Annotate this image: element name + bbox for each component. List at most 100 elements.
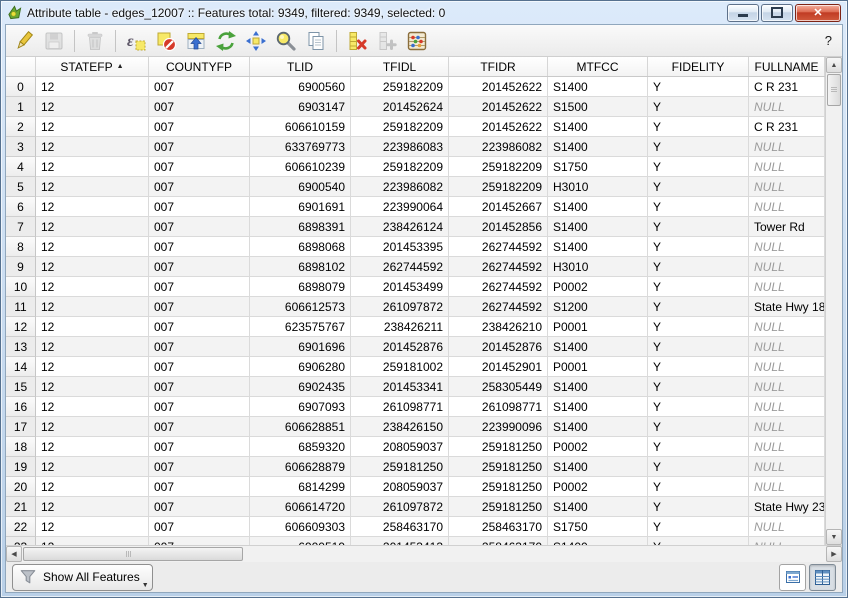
cell[interactable]: Y [648, 337, 749, 357]
cell[interactable]: 12 [36, 437, 149, 457]
cell[interactable]: 623575767 [250, 317, 351, 337]
horizontal-scroll-thumb[interactable] [23, 547, 243, 561]
cell[interactable]: 007 [149, 417, 250, 437]
cell[interactable]: NULL [749, 397, 825, 417]
cell[interactable]: NULL [749, 377, 825, 397]
cell[interactable]: NULL [749, 97, 825, 117]
row-number[interactable]: 1 [6, 97, 36, 117]
column-header-statefp[interactable]: STATEFP▲ [36, 57, 149, 76]
copy-selected-rows-button[interactable] [302, 28, 330, 54]
cell[interactable]: 12 [36, 477, 149, 497]
cell[interactable]: 261098771 [449, 397, 548, 417]
cell[interactable]: 6900540 [250, 177, 351, 197]
cell[interactable]: 007 [149, 157, 250, 177]
vertical-scroll-thumb[interactable] [827, 74, 841, 106]
cell[interactable]: 007 [149, 177, 250, 197]
column-header-fullname[interactable]: FULLNAME [749, 57, 825, 76]
cell[interactable]: 258463170 [351, 517, 449, 537]
cell[interactable]: NULL [749, 437, 825, 457]
cell[interactable]: 201453413 [351, 537, 449, 545]
cell[interactable]: Y [648, 477, 749, 497]
cell[interactable]: P0001 [548, 357, 648, 377]
cell[interactable]: 262744592 [449, 277, 548, 297]
cell[interactable]: Y [648, 157, 749, 177]
cell[interactable]: 6859320 [250, 437, 351, 457]
scroll-down-button[interactable]: ▼ [826, 529, 842, 545]
cell[interactable]: 6906280 [250, 357, 351, 377]
cell[interactable]: 238426150 [351, 417, 449, 437]
row-number[interactable]: 19 [6, 457, 36, 477]
cell[interactable]: 259181250 [449, 497, 548, 517]
cell[interactable]: 262744592 [351, 257, 449, 277]
open-field-calculator-button[interactable] [403, 28, 431, 54]
cell[interactable]: 6900560 [250, 77, 351, 97]
cell[interactable]: 12 [36, 417, 149, 437]
cell[interactable]: 606610159 [250, 117, 351, 137]
column-header-countyfp[interactable]: COUNTYFP [149, 57, 250, 76]
cell[interactable]: 6898391 [250, 217, 351, 237]
row-number[interactable]: 0 [6, 77, 36, 97]
cell[interactable]: NULL [749, 517, 825, 537]
cell[interactable]: S1400 [548, 457, 648, 477]
cell[interactable]: 201452856 [449, 217, 548, 237]
cell[interactable]: 259181250 [449, 437, 548, 457]
cell[interactable]: 007 [149, 537, 250, 545]
cell[interactable]: 223986083 [351, 137, 449, 157]
cell[interactable]: NULL [749, 257, 825, 277]
cell[interactable]: 007 [149, 337, 250, 357]
delete-selected-button[interactable] [81, 28, 109, 54]
cell[interactable]: 007 [149, 137, 250, 157]
cell[interactable]: 259182209 [351, 117, 449, 137]
cell[interactable]: Y [648, 297, 749, 317]
cell[interactable]: 12 [36, 137, 149, 157]
scroll-left-button[interactable]: ◀ [6, 546, 22, 562]
save-edits-button[interactable] [40, 28, 68, 54]
cell[interactable]: Y [648, 457, 749, 477]
cell[interactable]: 261097872 [351, 497, 449, 517]
cell[interactable]: 007 [149, 377, 250, 397]
cell[interactable]: 259181002 [351, 357, 449, 377]
cell[interactable]: 259182209 [449, 177, 548, 197]
cell[interactable]: H3010 [548, 177, 648, 197]
cell[interactable]: 007 [149, 457, 250, 477]
cell[interactable]: 12 [36, 517, 149, 537]
cell[interactable]: Y [648, 517, 749, 537]
cell[interactable]: 007 [149, 237, 250, 257]
cell[interactable]: 6900519 [250, 537, 351, 545]
cell[interactable]: 261097872 [351, 297, 449, 317]
cell[interactable]: S1750 [548, 517, 648, 537]
cell[interactable]: 606612573 [250, 297, 351, 317]
cell[interactable]: 223990064 [351, 197, 449, 217]
cell[interactable]: 238426211 [351, 317, 449, 337]
cell[interactable]: 201452901 [449, 357, 548, 377]
cell[interactable]: 262744592 [449, 237, 548, 257]
cell[interactable]: P0002 [548, 277, 648, 297]
row-number[interactable]: 7 [6, 217, 36, 237]
row-number[interactable]: 11 [6, 297, 36, 317]
delete-column-button[interactable] [343, 28, 371, 54]
cell[interactable]: 606614720 [250, 497, 351, 517]
row-number[interactable]: 12 [6, 317, 36, 337]
cell[interactable]: 12 [36, 177, 149, 197]
cell[interactable]: 201453395 [351, 237, 449, 257]
cell[interactable]: 007 [149, 317, 250, 337]
cell[interactable]: S1400 [548, 197, 648, 217]
row-number[interactable]: 20 [6, 477, 36, 497]
row-number[interactable]: 8 [6, 237, 36, 257]
maximize-button[interactable] [761, 4, 793, 22]
row-number[interactable]: 3 [6, 137, 36, 157]
cell[interactable]: 007 [149, 117, 250, 137]
cell[interactable]: Y [648, 417, 749, 437]
row-number[interactable]: 14 [6, 357, 36, 377]
cell[interactable]: NULL [749, 477, 825, 497]
cell[interactable]: 201452622 [449, 97, 548, 117]
row-number[interactable]: 18 [6, 437, 36, 457]
cell[interactable]: 258463170 [449, 537, 548, 545]
invert-selection-button[interactable] [212, 28, 240, 54]
cell[interactable]: 6898079 [250, 277, 351, 297]
close-button[interactable]: ✕ [795, 4, 841, 22]
row-number[interactable]: 17 [6, 417, 36, 437]
row-number[interactable]: 21 [6, 497, 36, 517]
cell[interactable]: 12 [36, 277, 149, 297]
cell[interactable]: 201452624 [351, 97, 449, 117]
